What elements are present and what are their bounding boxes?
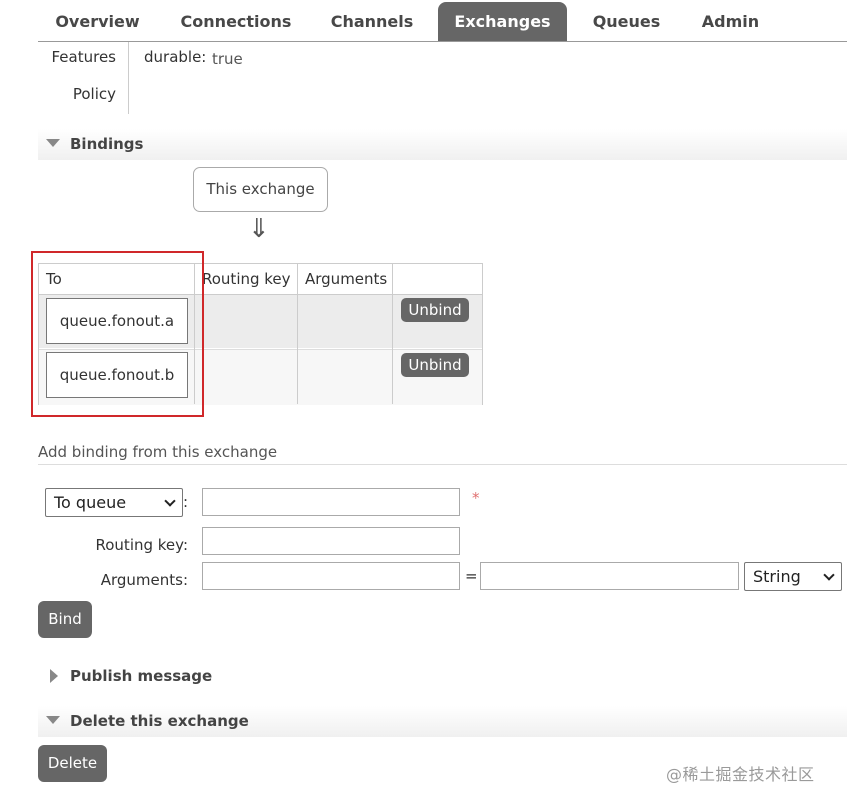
argument-value-input[interactable] [480, 562, 739, 590]
publish-section-header[interactable]: Publish message [38, 661, 847, 692]
header-routing-key: Routing key [202, 270, 291, 288]
destination-type-select[interactable]: To queue [45, 488, 183, 517]
tab-channels[interactable]: Channels [320, 2, 424, 41]
down-arrow-icon: ⇓ [248, 214, 270, 244]
chevron-down-icon [164, 495, 176, 507]
collapse-arrow-icon [46, 716, 60, 724]
bind-button[interactable]: Bind [38, 601, 92, 638]
bindings-section-header[interactable]: Bindings [38, 129, 847, 160]
tab-queues[interactable]: Queues [581, 2, 672, 41]
argument-type-select[interactable]: String [744, 562, 842, 591]
routing-key-input[interactable] [202, 527, 460, 555]
publish-title: Publish message [70, 667, 213, 685]
tab-admin[interactable]: Admin [690, 2, 771, 41]
arguments-label: Arguments: [100, 571, 188, 589]
durable-key: durable: [144, 48, 207, 66]
delete-button[interactable]: Delete [38, 745, 107, 782]
this-exchange-box: This exchange [193, 167, 328, 212]
queue-link-b[interactable]: queue.fonout.b [46, 352, 188, 398]
collapse-arrow-icon [46, 139, 60, 147]
features-labels: Features Policy [38, 42, 129, 114]
routing-key-label: Routing key: [95, 536, 189, 554]
add-binding-title: Add binding from this exchange [38, 443, 847, 465]
delete-section-header[interactable]: Delete this exchange [38, 706, 847, 737]
bindings-table: To Routing key Arguments queue.fonout.a … [38, 263, 483, 405]
durable-value: true [212, 50, 243, 68]
expand-arrow-icon [50, 669, 58, 683]
tab-connections[interactable]: Connections [173, 2, 299, 41]
main-nav-tabs: Overview Connections Channels Exchanges … [38, 0, 847, 42]
header-arguments: Arguments [305, 270, 388, 288]
chevron-down-icon [823, 569, 835, 581]
header-to: To [46, 270, 62, 288]
argument-type-value: String [753, 567, 801, 586]
destination-colon: : [183, 493, 189, 511]
unbind-button[interactable]: Unbind [401, 353, 469, 377]
policy-label: Policy [72, 85, 116, 103]
unbind-button[interactable]: Unbind [401, 298, 469, 322]
queue-link-a[interactable]: queue.fonout.a [46, 298, 188, 344]
tab-overview[interactable]: Overview [38, 2, 157, 41]
features-label: Features [51, 48, 117, 66]
delete-title: Delete this exchange [70, 712, 249, 730]
argument-key-input[interactable] [202, 562, 460, 590]
watermark: @稀土掘金技术社区 [666, 765, 815, 784]
bindings-title: Bindings [70, 135, 144, 153]
required-mark: * [472, 489, 480, 507]
destination-input[interactable] [202, 488, 460, 516]
tab-exchanges[interactable]: Exchanges [438, 2, 567, 41]
destination-type-value: To queue [54, 493, 127, 512]
equals-sign: = [465, 567, 478, 585]
